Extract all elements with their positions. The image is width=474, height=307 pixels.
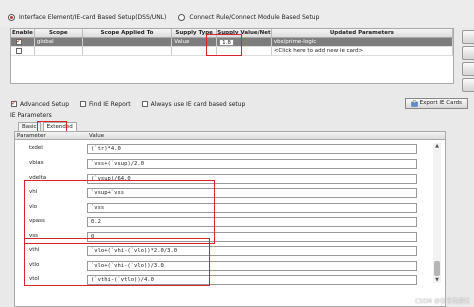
scope-applied-to-cell[interactable] bbox=[83, 38, 173, 46]
scope-cell[interactable] bbox=[35, 47, 83, 55]
column-parameter[interactable]: Parameter bbox=[15, 132, 87, 139]
enable-checkbox[interactable] bbox=[16, 47, 22, 54]
table-row[interactable]: global Value 1.8 vbs/prime-logic bbox=[11, 38, 453, 47]
column-scope-applied-to[interactable]: Scope Applied To bbox=[83, 29, 173, 37]
advanced-setup-label: Advanced Setup bbox=[20, 100, 70, 108]
parameter-value-input[interactable]: 0 bbox=[87, 232, 417, 242]
parameter-name: vpass bbox=[29, 218, 45, 224]
table-row[interactable]: <Click here to add new ie card> bbox=[11, 47, 453, 56]
column-enable[interactable]: Enable bbox=[11, 29, 35, 37]
tab-basic[interactable]: Basic bbox=[18, 122, 41, 131]
table-row: vbias `vss+(`vsup)/2.0 bbox=[15, 157, 435, 172]
parameter-name: vthi bbox=[29, 247, 40, 253]
ie-parameters-header: Parameter Value bbox=[15, 132, 445, 140]
supply-type-cell[interactable]: Value bbox=[172, 38, 218, 46]
right-side-button[interactable] bbox=[462, 46, 474, 60]
right-side-button[interactable] bbox=[462, 78, 474, 92]
export-ie-cards-label: Export IE Cards bbox=[419, 100, 462, 106]
table-row: vdelta (`vsup)/64.0 bbox=[15, 172, 435, 187]
column-supply-type[interactable]: Supply Type bbox=[172, 29, 218, 37]
setup-options-row: Advanced Setup Find IE Report Always use… bbox=[8, 98, 468, 110]
right-side-button[interactable] bbox=[462, 62, 474, 76]
parameter-name: vlo bbox=[29, 204, 38, 210]
supply-table: Enable Scope Scope Applied To Supply Typ… bbox=[10, 28, 454, 84]
setup-mode-selector: Interface Element/IE-card Based Setup(DS… bbox=[8, 14, 327, 21]
column-value[interactable]: Value bbox=[87, 132, 104, 139]
ie-parameters-heading: IE Parameters bbox=[10, 112, 52, 119]
table-row: vthi `vlo+(`vhi-(`vlo))*2.0/3.0 bbox=[15, 244, 435, 259]
parameter-name: vtol bbox=[29, 276, 40, 282]
parameter-value-input[interactable]: (`vsup)/64.0 bbox=[87, 174, 417, 184]
ie-card-setup-radio[interactable] bbox=[8, 14, 15, 21]
table-row: vpass 0.2 bbox=[15, 215, 435, 230]
enable-checkbox[interactable] bbox=[16, 38, 22, 46]
table-row: vhi `vsup+`vss bbox=[15, 186, 435, 201]
ie-parameters-scrollbar[interactable]: ▲ ▼ bbox=[433, 143, 441, 283]
ie-parameters-table: Parameter Value txdel (`tr)*4.0 vbias `v… bbox=[14, 131, 446, 307]
parameter-name: vtlo bbox=[29, 262, 40, 268]
right-side-button[interactable] bbox=[462, 30, 474, 44]
column-updated-parameters[interactable]: Updated Parameters bbox=[272, 29, 453, 37]
parameter-value-input[interactable]: (`vthi-(`vtlo))/4.0 bbox=[87, 275, 417, 285]
always-use-ie-card-label: Always use IE card based setup bbox=[150, 100, 246, 108]
parameter-value-input[interactable]: `vss+(`vsup)/2.0 bbox=[87, 159, 417, 169]
parameter-value-input[interactable]: `vss bbox=[87, 203, 417, 213]
updated-parameters-cell[interactable]: vbs/prime-logic bbox=[272, 38, 453, 46]
scroll-down-icon[interactable]: ▼ bbox=[433, 277, 441, 283]
export-ie-cards-button[interactable]: Export IE Cards bbox=[404, 98, 468, 109]
connect-rule-setup-label: Connect Rule/Connect Module Based Setup bbox=[189, 14, 320, 21]
find-ie-report-checkbox[interactable] bbox=[80, 101, 87, 107]
table-row: txdel (`tr)*4.0 bbox=[15, 142, 435, 157]
ie-card-setup-label: Interface Element/IE-card Based Setup(DS… bbox=[19, 14, 167, 21]
scrollbar-thumb[interactable] bbox=[434, 261, 440, 276]
column-supply-value[interactable]: Supply Value/Net bbox=[217, 29, 272, 37]
export-icon bbox=[411, 100, 418, 107]
parameter-name: txdel bbox=[29, 145, 43, 151]
parameter-value-input[interactable]: `vlo+(`vhi-(`vlo))*2.0/3.0 bbox=[87, 246, 417, 256]
supply-value-cell[interactable] bbox=[217, 47, 272, 55]
supply-value-cell[interactable]: 1.8 bbox=[217, 38, 272, 46]
ie-parameter-tabs: Basic Extended bbox=[18, 122, 77, 131]
parameter-value-input[interactable]: `vlo+(`vhi-(`vlo))/3.0 bbox=[87, 261, 417, 271]
parameter-name: vhi bbox=[29, 189, 38, 195]
add-ie-card-cell[interactable]: <Click here to add new ie card> bbox=[272, 47, 453, 55]
table-row: vtlo `vlo+(`vhi-(`vlo))/3.0 bbox=[15, 259, 435, 274]
parameter-name: vdelta bbox=[29, 175, 47, 181]
scope-applied-to-cell[interactable] bbox=[83, 47, 173, 55]
advanced-setup-checkbox[interactable] bbox=[11, 99, 17, 107]
scope-cell[interactable]: global bbox=[35, 38, 83, 46]
supply-value-input[interactable]: 1.8 bbox=[219, 39, 234, 46]
find-ie-report-label: Find IE Report bbox=[89, 100, 131, 108]
column-scope[interactable]: Scope bbox=[35, 29, 83, 37]
table-row: vss 0 bbox=[15, 230, 435, 245]
table-row: vtol (`vthi-(`vtlo))/4.0 bbox=[15, 273, 435, 288]
supply-table-header: Enable Scope Scope Applied To Supply Typ… bbox=[11, 29, 453, 38]
tab-extended[interactable]: Extended bbox=[42, 122, 77, 131]
table-row: vlo `vss bbox=[15, 201, 435, 216]
scroll-up-icon[interactable]: ▲ bbox=[433, 143, 441, 149]
parameter-name: vss bbox=[29, 233, 38, 239]
parameter-name: vbias bbox=[29, 160, 44, 166]
parameter-value-input[interactable]: (`tr)*4.0 bbox=[87, 144, 417, 154]
supply-type-cell[interactable] bbox=[172, 47, 218, 55]
watermark: CSDN @信号完整性 bbox=[414, 298, 470, 305]
always-use-ie-card-checkbox[interactable] bbox=[141, 101, 148, 107]
parameter-value-input[interactable]: 0.2 bbox=[87, 217, 417, 227]
connect-rule-setup-radio[interactable] bbox=[178, 14, 186, 21]
parameter-value-input[interactable]: `vsup+`vss bbox=[87, 188, 417, 198]
